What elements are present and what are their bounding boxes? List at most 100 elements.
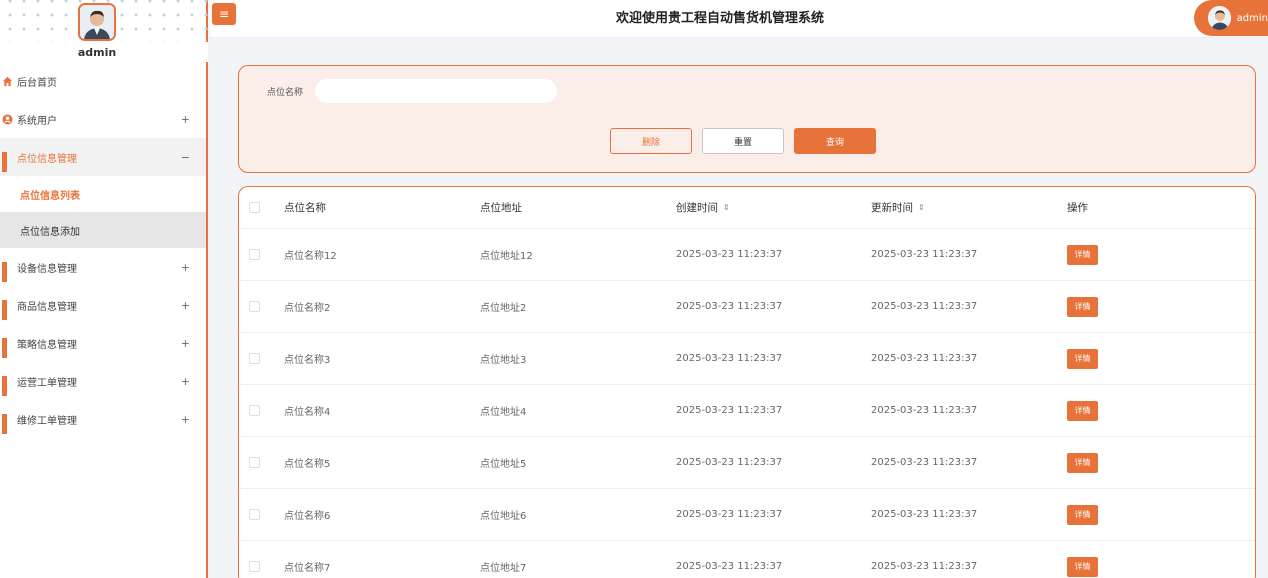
expand-icon[interactable]: +	[181, 375, 190, 388]
cell-created: 2025-03-23 11:23:37	[676, 405, 783, 416]
detail-button[interactable]: 详情	[1067, 348, 1098, 369]
avatar-portrait-icon	[1208, 6, 1231, 30]
sidebar-item-label: 策略信息管理	[17, 339, 77, 351]
cell-address: 点位地址6	[480, 511, 527, 522]
grid-icon	[2, 413, 13, 434]
expand-icon[interactable]: +	[181, 113, 190, 126]
sidebar-item-label: 设备信息管理	[17, 263, 77, 275]
table-row: 点位名称12 点位地址12 2025-03-23 11:23:37 2025-0…	[239, 229, 1255, 281]
user-menu[interactable]: admin	[1194, 0, 1268, 36]
row-checkbox[interactable]	[249, 509, 260, 520]
row-checkbox[interactable]	[249, 457, 260, 468]
column-header-created[interactable]: 创建时间 ⇕	[676, 187, 730, 228]
sidebar-item-location-management[interactable]: 点位信息管理 −	[0, 138, 206, 176]
user-circle-icon	[2, 113, 13, 125]
reset-button[interactable]: 重置	[702, 128, 784, 154]
page-title: 欢迎使用贵工程自动售货机管理系统	[615, 11, 824, 26]
row-checkbox[interactable]	[249, 353, 260, 364]
location-name-input[interactable]	[315, 79, 557, 103]
column-header-updated[interactable]: 更新时间 ⇕	[871, 187, 925, 228]
cell-updated: 2025-03-23 11:23:37	[871, 561, 978, 572]
sidebar-item-label: 运营工单管理	[17, 377, 77, 389]
sidebar-item-repair-orders[interactable]: 维修工单管理 +	[0, 400, 206, 438]
sidebar-item-label: 系统用户	[17, 115, 57, 127]
cell-updated: 2025-03-23 11:23:37	[871, 405, 978, 416]
detail-button[interactable]: 详情	[1067, 452, 1098, 473]
sidebar-item-dashboard[interactable]: 后台首页	[0, 62, 206, 100]
detail-button[interactable]: 详情	[1067, 556, 1098, 577]
select-all-checkbox[interactable]	[249, 202, 260, 213]
sidebar-item-label: 商品信息管理	[17, 301, 77, 313]
sidebar-item-product-management[interactable]: 商品信息管理 +	[0, 286, 206, 324]
detail-button[interactable]: 详情	[1067, 296, 1098, 317]
detail-button[interactable]: 详情	[1067, 400, 1098, 421]
cell-created: 2025-03-23 11:23:37	[676, 509, 783, 520]
table-row: 点位名称4 点位地址4 2025-03-23 11:23:37 2025-03-…	[239, 385, 1255, 437]
cell-created: 2025-03-23 11:23:37	[676, 301, 783, 312]
detail-button[interactable]: 详情	[1067, 244, 1098, 265]
row-checkbox[interactable]	[249, 301, 260, 312]
cell-name: 点位名称3	[284, 355, 331, 366]
cell-address: 点位地址2	[480, 303, 527, 314]
column-header-label: 创建时间	[676, 202, 718, 214]
sidebar-item-system-users[interactable]: 系统用户 +	[0, 100, 206, 138]
row-checkbox[interactable]	[249, 561, 260, 572]
sidebar-item-label: 后台首页	[17, 77, 57, 89]
cell-created: 2025-03-23 11:23:37	[676, 457, 783, 468]
cell-name: 点位名称2	[284, 303, 331, 314]
cell-updated: 2025-03-23 11:23:37	[871, 457, 978, 468]
sidebar: admin 后台首页 系统用户 + 点位信息管理 − 点位信息列表 点位信息添加…	[0, 0, 208, 578]
avatar	[1208, 6, 1231, 30]
expand-icon[interactable]: +	[181, 261, 190, 274]
grid-icon	[2, 299, 13, 320]
cell-updated: 2025-03-23 11:23:37	[871, 301, 978, 312]
cell-name: 点位名称5	[284, 459, 331, 470]
submenu-item-location-add[interactable]: 点位信息添加	[0, 212, 206, 248]
collapse-icon[interactable]: −	[181, 151, 190, 164]
cell-updated: 2025-03-23 11:23:37	[871, 509, 978, 520]
sidebar-menu: 后台首页 系统用户 + 点位信息管理 − 点位信息列表 点位信息添加 设备信息管…	[0, 62, 206, 438]
cell-address: 点位地址4	[480, 407, 527, 418]
table-header-row: 点位名称 点位地址 创建时间 ⇕ 更新时间 ⇕ 操作	[239, 187, 1255, 229]
search-panel: 点位名称 删除 重置 查询	[238, 65, 1256, 173]
sidebar-item-device-management[interactable]: 设备信息管理 +	[0, 248, 206, 286]
row-checkbox[interactable]	[249, 405, 260, 416]
row-checkbox[interactable]	[249, 249, 260, 260]
grid-icon	[2, 151, 13, 172]
cell-updated: 2025-03-23 11:23:37	[871, 353, 978, 364]
table-row: 点位名称5 点位地址5 2025-03-23 11:23:37 2025-03-…	[239, 437, 1255, 489]
cell-name: 点位名称4	[284, 407, 331, 418]
cell-created: 2025-03-23 11:23:37	[676, 353, 783, 364]
data-table: 点位名称 点位地址 创建时间 ⇕ 更新时间 ⇕ 操作 点位名称12 点位地址12…	[238, 186, 1256, 578]
query-button[interactable]: 查询	[794, 128, 876, 154]
sidebar-username: admin	[77, 46, 117, 59]
sidebar-item-label: 维修工单管理	[17, 415, 77, 427]
sidebar-item-operation-orders[interactable]: 运营工单管理 +	[0, 362, 206, 400]
table-row: 点位名称2 点位地址2 2025-03-23 11:23:37 2025-03-…	[239, 281, 1255, 333]
expand-icon[interactable]: +	[181, 337, 190, 350]
submenu-item-label: 点位信息添加	[20, 226, 80, 238]
cell-name: 点位名称6	[284, 511, 331, 522]
column-header-name: 点位名称	[284, 202, 326, 214]
cell-address: 点位地址12	[480, 251, 533, 262]
sidebar-profile-area: admin	[0, 0, 208, 62]
sort-icon[interactable]: ⇕	[723, 203, 730, 212]
sort-icon[interactable]: ⇕	[918, 203, 925, 212]
detail-button[interactable]: 详情	[1067, 504, 1098, 525]
cell-updated: 2025-03-23 11:23:37	[871, 249, 978, 260]
cell-name: 点位名称7	[284, 563, 331, 574]
table-row: 点位名称7 点位地址7 2025-03-23 11:23:37 2025-03-…	[239, 541, 1255, 578]
table-row: 点位名称3 点位地址3 2025-03-23 11:23:37 2025-03-…	[239, 333, 1255, 385]
delete-button[interactable]: 删除	[610, 128, 692, 154]
grid-icon	[2, 375, 13, 396]
expand-icon[interactable]: +	[181, 413, 190, 426]
cell-created: 2025-03-23 11:23:37	[676, 561, 783, 572]
sidebar-item-strategy-management[interactable]: 策略信息管理 +	[0, 324, 206, 362]
column-header-actions: 操作	[1067, 202, 1088, 214]
expand-icon[interactable]: +	[181, 299, 190, 312]
sidebar-item-label: 点位信息管理	[17, 153, 77, 165]
avatar[interactable]	[78, 3, 116, 41]
cell-created: 2025-03-23 11:23:37	[676, 249, 783, 260]
submenu-item-location-list[interactable]: 点位信息列表	[0, 176, 206, 212]
grid-icon	[2, 261, 13, 282]
